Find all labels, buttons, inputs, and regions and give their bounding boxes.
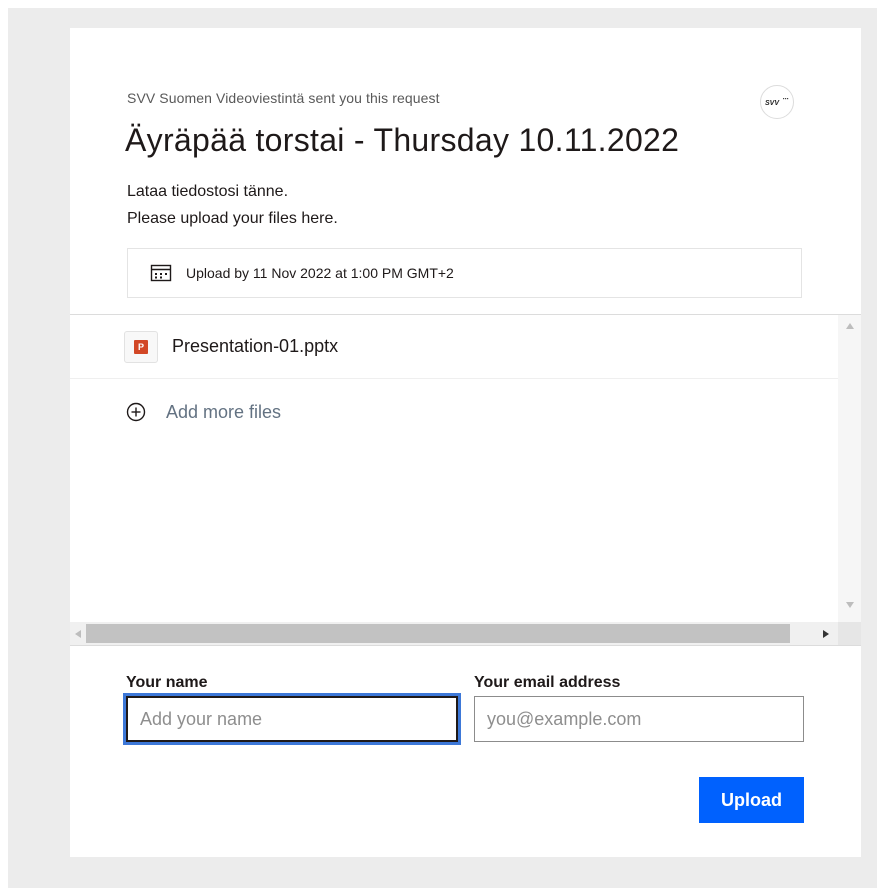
add-more-files-label: Add more files (166, 401, 282, 422)
horizontal-scrollbar[interactable] (70, 622, 861, 645)
file-name: Presentation-01.pptx (172, 336, 339, 356)
description-fi: Lataa tiedostosi tänne. (127, 183, 289, 200)
vertical-scrollbar[interactable] (838, 315, 861, 622)
horizontal-scroll-thumb[interactable] (86, 624, 790, 643)
add-more-files-button[interactable]: Add more files (70, 379, 838, 445)
powerpoint-file-icon: P (124, 330, 158, 363)
request-description: Lataa tiedostosi tänne. Please upload yo… (127, 178, 338, 232)
deadline-box: Upload by 11 Nov 2022 at 1:00 PM GMT+2 (127, 248, 802, 298)
scroll-up-arrow-icon[interactable] (838, 317, 861, 335)
sender-logo: SVV (760, 85, 794, 119)
upload-button[interactable]: Upload (699, 777, 804, 823)
email-label: Your email address (474, 674, 621, 691)
request-title: Äyräpää torstai - Thursday 10.11.2022 (125, 122, 680, 158)
plus-circle-icon (126, 402, 146, 422)
scrollbar-corner (838, 622, 861, 645)
scroll-right-arrow-icon[interactable] (818, 622, 834, 645)
name-label: Your name (126, 674, 208, 691)
file-list-area[interactable]: P Presentation-01.pptx Add more files (70, 314, 861, 646)
description-en: Please upload your files here. (127, 210, 338, 227)
sender-line: SVV Suomen Videoviestintä sent you this … (127, 90, 440, 106)
logo-text: SVV (765, 100, 780, 107)
file-request-card: SVV Suomen Videoviestintä sent you this … (70, 28, 861, 857)
deadline-text: Upload by 11 Nov 2022 at 1:00 PM GMT+2 (186, 265, 454, 281)
scroll-down-arrow-icon[interactable] (838, 596, 861, 614)
name-input[interactable] (126, 696, 458, 742)
email-input[interactable] (474, 696, 804, 742)
file-row[interactable]: P Presentation-01.pptx (70, 315, 838, 379)
svv-logo-icon: SVV (765, 98, 789, 107)
calendar-icon (150, 264, 172, 282)
scroll-left-arrow-icon[interactable] (70, 622, 86, 645)
